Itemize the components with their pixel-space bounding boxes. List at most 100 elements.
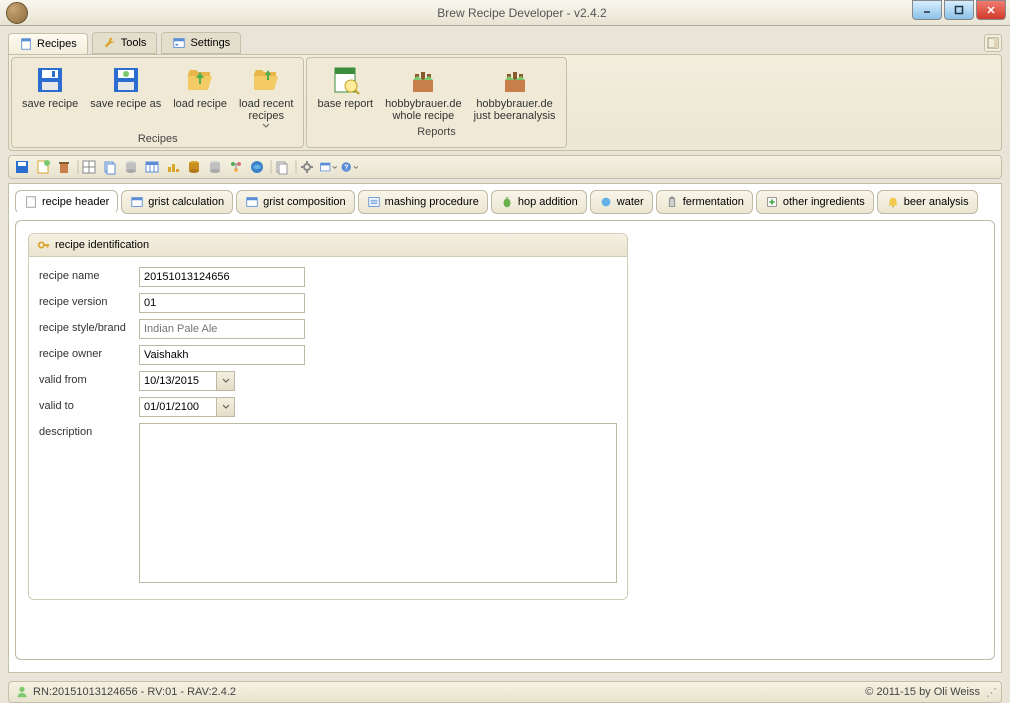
qt-cylinder-button[interactable] xyxy=(122,158,140,176)
qt-db2-button[interactable] xyxy=(185,158,203,176)
recipe-style-input[interactable] xyxy=(139,319,305,339)
tab-hop-addition[interactable]: hop addition xyxy=(491,190,587,214)
description-textarea[interactable] xyxy=(139,423,617,583)
label-valid-to: valid to xyxy=(39,397,139,412)
tab-grist-calculation[interactable]: grist calculation xyxy=(121,190,233,214)
tab-grist-composition[interactable]: grist composition xyxy=(236,190,355,214)
recipe-name-input[interactable] xyxy=(139,267,305,287)
subtab-body: recipe identification recipe name recipe… xyxy=(15,220,995,660)
new-document-icon xyxy=(35,159,51,175)
qt-copy-button[interactable] xyxy=(101,158,119,176)
qt-grid-button[interactable] xyxy=(80,158,98,176)
label-description: description xyxy=(39,423,139,438)
minimize-button[interactable] xyxy=(912,0,942,20)
hop-icon xyxy=(500,195,514,209)
valid-to-input[interactable] xyxy=(139,397,217,417)
subtab-label: water xyxy=(617,196,644,208)
recipe-owner-input[interactable] xyxy=(139,345,305,365)
hobbybrauer-beeranalysis-button[interactable]: hobbybrauer.de just beeranalysis xyxy=(468,62,562,124)
qt-chart-button[interactable] xyxy=(164,158,182,176)
dropdown-icon xyxy=(353,165,358,170)
titlebar: Brew Recipe Developer - v2.4.2 xyxy=(0,0,1010,26)
help-icon: ? xyxy=(340,159,353,175)
valid-to-datepicker-button[interactable] xyxy=(217,397,235,417)
molecule-icon xyxy=(228,159,244,175)
trash-icon xyxy=(56,159,72,175)
tab-fermentation[interactable]: fermentation xyxy=(656,190,753,214)
svg-text:?: ? xyxy=(344,165,348,172)
database-icon xyxy=(186,159,202,175)
qt-gear-button[interactable] xyxy=(298,158,316,176)
load-recipe-button[interactable]: load recipe xyxy=(167,62,233,131)
ribbon-tab-settings[interactable]: Settings xyxy=(161,32,241,54)
ribbon-tab-tools[interactable]: Tools xyxy=(92,32,158,54)
subtab-label: hop addition xyxy=(518,196,578,208)
tab-recipe-header[interactable]: recipe header xyxy=(15,190,118,214)
document-icon xyxy=(24,195,38,209)
ribbon-collapse-button[interactable] xyxy=(984,34,1002,52)
qt-db3-button[interactable] xyxy=(206,158,224,176)
ribbon-item-label: load recipe xyxy=(173,98,227,110)
load-recent-recipes-button[interactable]: load recent recipes xyxy=(233,62,299,131)
status-right: © 2011-15 by Oli Weiss xyxy=(865,686,980,698)
maximize-button[interactable] xyxy=(944,0,974,20)
valid-from-input[interactable] xyxy=(139,371,217,391)
resize-grip[interactable]: ⋰ xyxy=(986,686,995,699)
qt-window-button[interactable] xyxy=(319,158,337,176)
ribbon-group-recipes: save recipe save recipe as load recipe l… xyxy=(11,57,304,148)
qt-save-button[interactable] xyxy=(13,158,31,176)
label-recipe-name: recipe name xyxy=(39,267,139,282)
globe-icon xyxy=(249,159,265,175)
qt-copy2-button[interactable] xyxy=(273,158,291,176)
subtab-label: grist calculation xyxy=(148,196,224,208)
tab-water[interactable]: water xyxy=(590,190,653,214)
ribbon-tab-recipes[interactable]: Recipes xyxy=(8,33,88,54)
ribbon-tab-label: Tools xyxy=(121,37,147,49)
tab-mashing-procedure[interactable]: mashing procedure xyxy=(358,190,488,214)
fermentation-icon xyxy=(665,195,679,209)
qt-new-button[interactable] xyxy=(34,158,52,176)
close-button[interactable] xyxy=(976,0,1006,20)
subtab-label: recipe header xyxy=(42,196,109,208)
save-icon xyxy=(14,159,30,175)
subtab-label: other ingredients xyxy=(783,196,865,208)
recipe-version-input[interactable] xyxy=(139,293,305,313)
bar-chart-icon xyxy=(165,159,181,175)
report-icon xyxy=(329,64,361,96)
valid-from-datepicker-button[interactable] xyxy=(217,371,235,391)
hobbybrauer-whole-recipe-button[interactable]: hobbybrauer.de whole recipe xyxy=(379,62,467,124)
dropdown-icon xyxy=(262,123,270,129)
tab-other-ingredients[interactable]: other ingredients xyxy=(756,190,874,214)
dropdown-icon xyxy=(332,165,337,170)
save-icon xyxy=(34,64,66,96)
table-icon xyxy=(245,195,259,209)
castle-icon xyxy=(499,64,531,96)
ribbon-item-label: save recipe as xyxy=(90,98,161,110)
qt-table-button[interactable] xyxy=(143,158,161,176)
qt-molecule-button[interactable] xyxy=(227,158,245,176)
database-icon xyxy=(123,159,139,175)
add-icon xyxy=(765,195,779,209)
recipe-identification-panel: recipe identification recipe name recipe… xyxy=(28,233,628,600)
panel-icon xyxy=(987,37,999,49)
ribbon-item-label: load recent recipes xyxy=(239,98,293,122)
qt-globe-button[interactable] xyxy=(248,158,266,176)
save-as-icon xyxy=(110,64,142,96)
key-icon xyxy=(37,238,51,252)
qt-delete-button[interactable] xyxy=(55,158,73,176)
app-icon xyxy=(6,2,28,24)
database-icon xyxy=(207,159,223,175)
folder-recent-icon xyxy=(250,64,282,96)
subtab-label: fermentation xyxy=(683,196,744,208)
ribbon-group-reports: base report hobbybrauer.de whole recipe … xyxy=(306,57,566,148)
ribbon-tab-strip: Recipes Tools Settings xyxy=(8,30,1002,54)
base-report-button[interactable]: base report xyxy=(311,62,379,124)
castle-icon xyxy=(407,64,439,96)
tab-beer-analysis[interactable]: beer analysis xyxy=(877,190,978,214)
save-recipe-as-button[interactable]: save recipe as xyxy=(84,62,167,131)
qt-help-button[interactable]: ? xyxy=(340,158,358,176)
water-icon xyxy=(599,195,613,209)
chevron-down-icon xyxy=(222,404,230,410)
save-recipe-button[interactable]: save recipe xyxy=(16,62,84,131)
subtab-label: beer analysis xyxy=(904,196,969,208)
